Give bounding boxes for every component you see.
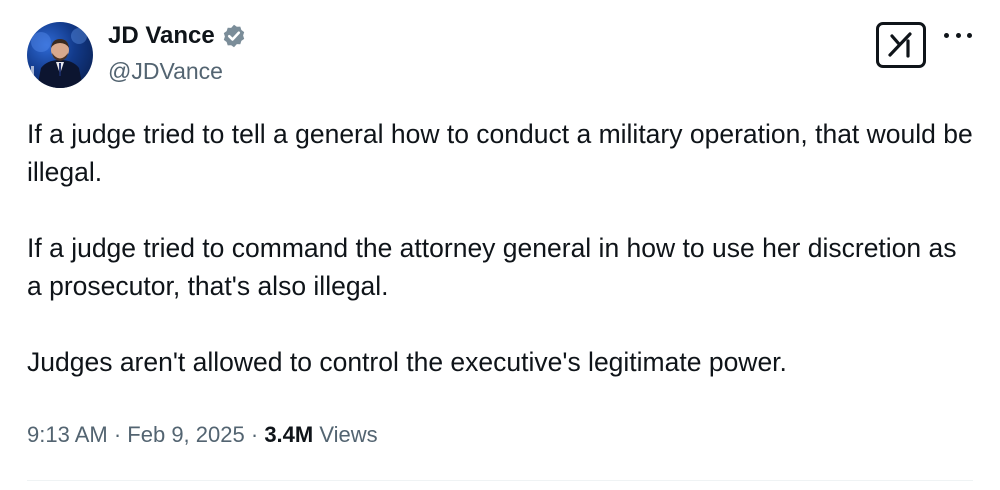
verified-badge-icon[interactable] — [221, 23, 247, 49]
avatar-photo — [31, 28, 87, 88]
tweet-metadata: 9:13 AM · Feb 9, 2025 · 3.4M Views — [27, 422, 378, 448]
meta-separator: · — [113, 422, 122, 447]
tweet-time[interactable]: 9:13 AM — [27, 422, 108, 447]
grok-button[interactable] — [876, 22, 926, 68]
tweet-date[interactable]: Feb 9, 2025 — [127, 422, 244, 447]
divider — [27, 480, 973, 481]
display-name[interactable]: JD Vance — [108, 22, 215, 50]
more-dot — [955, 32, 961, 38]
views-label: Views — [319, 422, 378, 447]
more-dot — [944, 32, 949, 38]
tweet-paragraph: If a judge tried to tell a general how t… — [27, 119, 973, 187]
tweet-paragraph: Judges aren't allowed to control the exe… — [27, 347, 787, 377]
meta-separator: · — [250, 422, 259, 447]
user-handle[interactable]: @JDVance — [108, 58, 223, 85]
more-options-icon[interactable] — [944, 24, 972, 46]
x-grok-logo-icon — [888, 32, 912, 58]
author-name-row: JD Vance — [108, 22, 247, 50]
tweet-paragraph: If a judge tried to command the attorney… — [27, 233, 957, 301]
tweet-text: If a judge tried to tell a general how t… — [27, 115, 977, 381]
views-count[interactable]: 3.4M — [264, 422, 313, 447]
avatar[interactable] — [27, 22, 93, 88]
more-dot — [967, 32, 972, 38]
